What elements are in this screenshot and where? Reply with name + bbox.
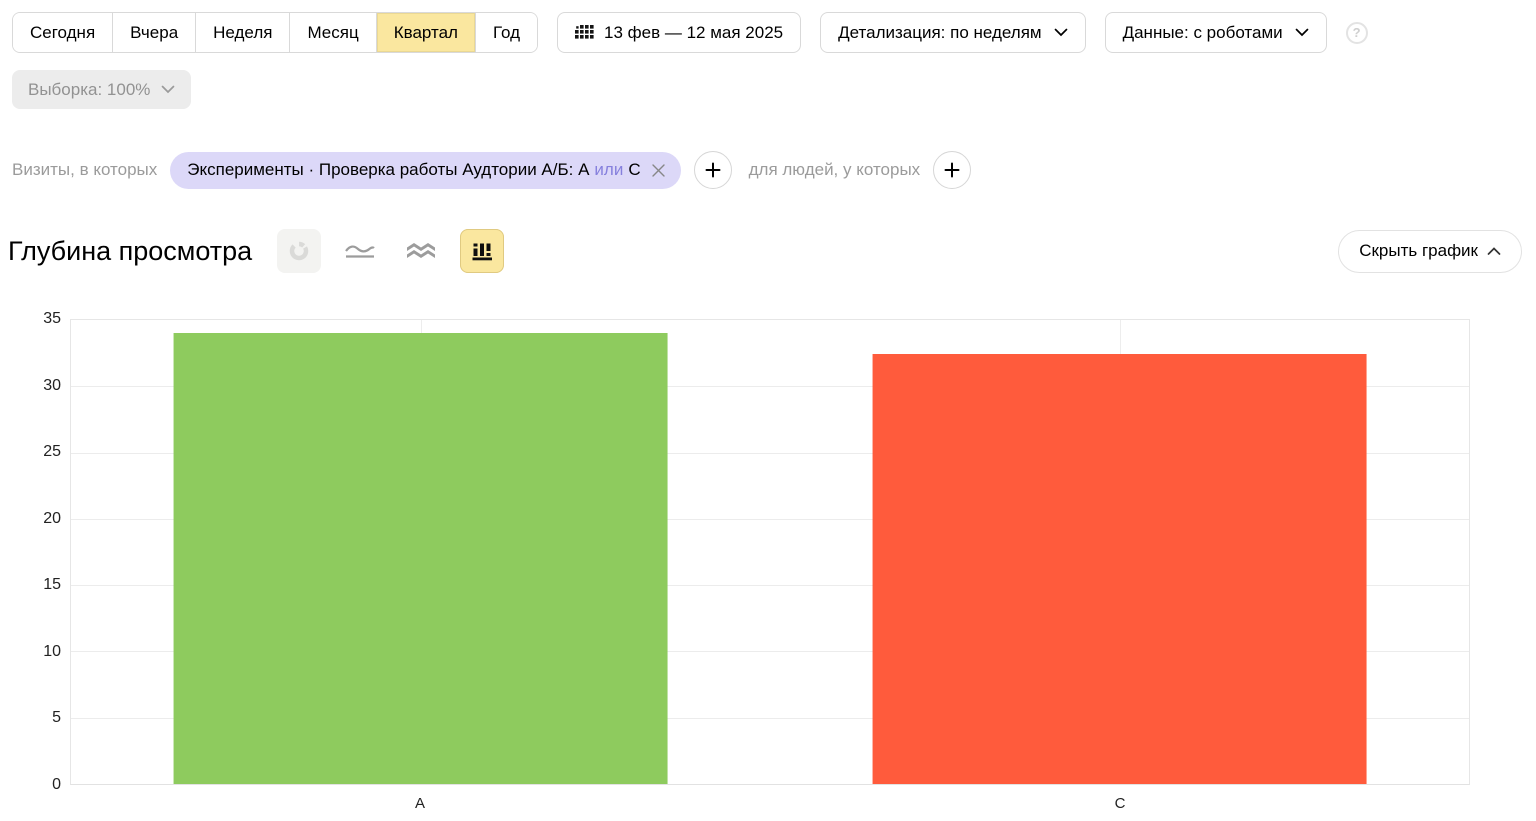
calendar-grid-icon xyxy=(575,25,594,41)
hide-chart-label: Скрыть график xyxy=(1359,241,1478,261)
data-mode-dropdown[interactable]: Данные: с роботами xyxy=(1105,12,1327,53)
add-people-filter-button[interactable] xyxy=(933,151,971,189)
period-tab-week[interactable]: Неделя xyxy=(195,13,289,52)
people-condition-label: для людей, у которых xyxy=(749,160,921,180)
date-range-label: 13 фев — 12 мая 2025 xyxy=(604,23,783,43)
stacked-area-icon xyxy=(406,242,436,261)
chart-header: Глубина просмотра xyxy=(8,227,1522,275)
plus-icon xyxy=(705,162,721,178)
chevron-down-icon xyxy=(161,85,175,94)
detalization-label: Детализация: по неделям xyxy=(838,23,1041,43)
x-tick-label: A xyxy=(415,795,425,812)
x-axis: AC xyxy=(70,785,1470,817)
segment-filters-row: Визиты, в которых Эксперименты · Проверк… xyxy=(12,151,1524,189)
question-circle-icon[interactable]: ? xyxy=(1346,22,1368,44)
y-tick-label: 10 xyxy=(43,643,61,661)
sampling-label: Выборка: 100% xyxy=(28,80,150,100)
view-depth-chart: 05101520253035 AC xyxy=(0,319,1536,817)
chart-type-line-button[interactable] xyxy=(338,229,382,273)
y-tick-label: 25 xyxy=(43,443,61,461)
bar-chart-icon xyxy=(472,241,493,261)
bar-A[interactable] xyxy=(173,333,668,784)
y-tick-label: 5 xyxy=(52,709,61,727)
plus-icon xyxy=(944,162,960,178)
period-tab-today[interactable]: Сегодня xyxy=(13,13,112,52)
filter-chip-text: Эксперименты · Проверка работы Аудтории … xyxy=(187,160,589,180)
y-axis: 05101520253035 xyxy=(0,319,70,785)
bar-C[interactable] xyxy=(872,354,1367,784)
y-tick-label: 30 xyxy=(43,377,61,395)
y-tick-label: 0 xyxy=(52,776,61,794)
x-tick-label: C xyxy=(1115,795,1126,812)
chevron-down-icon xyxy=(1295,28,1309,37)
close-icon[interactable] xyxy=(650,162,667,179)
top-toolbar: Сегодня Вчера Неделя Месяц Квартал Год xyxy=(12,12,1524,53)
y-tick-label: 20 xyxy=(43,510,61,528)
plot-area xyxy=(70,319,1470,785)
filter-chip-operator: или xyxy=(594,160,623,180)
period-tab-quarter[interactable]: Квартал xyxy=(376,13,475,52)
date-range-button[interactable]: 13 фев — 12 мая 2025 xyxy=(557,12,801,53)
add-visit-filter-button[interactable] xyxy=(694,151,732,189)
visits-condition-label: Визиты, в которых xyxy=(12,160,157,180)
data-mode-label: Данные: с роботами xyxy=(1123,23,1283,43)
chart-type-stacked-button[interactable] xyxy=(399,229,443,273)
donut-chart-icon xyxy=(288,240,310,262)
chevron-up-icon xyxy=(1487,247,1501,256)
hide-chart-button[interactable]: Скрыть график xyxy=(1338,230,1522,273)
line-chart-icon xyxy=(345,243,375,259)
period-segmented-control: Сегодня Вчера Неделя Месяц Квартал Год xyxy=(12,12,538,53)
chevron-down-icon xyxy=(1054,28,1068,37)
chart-type-pie-button[interactable] xyxy=(277,229,321,273)
period-tab-month[interactable]: Месяц xyxy=(289,13,375,52)
period-tab-year[interactable]: Год xyxy=(475,13,537,52)
y-tick-label: 15 xyxy=(43,576,61,594)
y-tick-label: 35 xyxy=(43,310,61,328)
chart-type-bar-button[interactable] xyxy=(460,229,504,273)
sampling-dropdown[interactable]: Выборка: 100% xyxy=(12,70,191,109)
period-tab-yesterday[interactable]: Вчера xyxy=(112,13,195,52)
filter-chip[interactable]: Эксперименты · Проверка работы Аудтории … xyxy=(170,152,680,189)
chart-title: Глубина просмотра xyxy=(8,236,252,267)
sampling-row: Выборка: 100% xyxy=(12,70,1524,109)
detalization-dropdown[interactable]: Детализация: по неделям xyxy=(820,12,1085,53)
filter-chip-value: C xyxy=(628,160,640,180)
